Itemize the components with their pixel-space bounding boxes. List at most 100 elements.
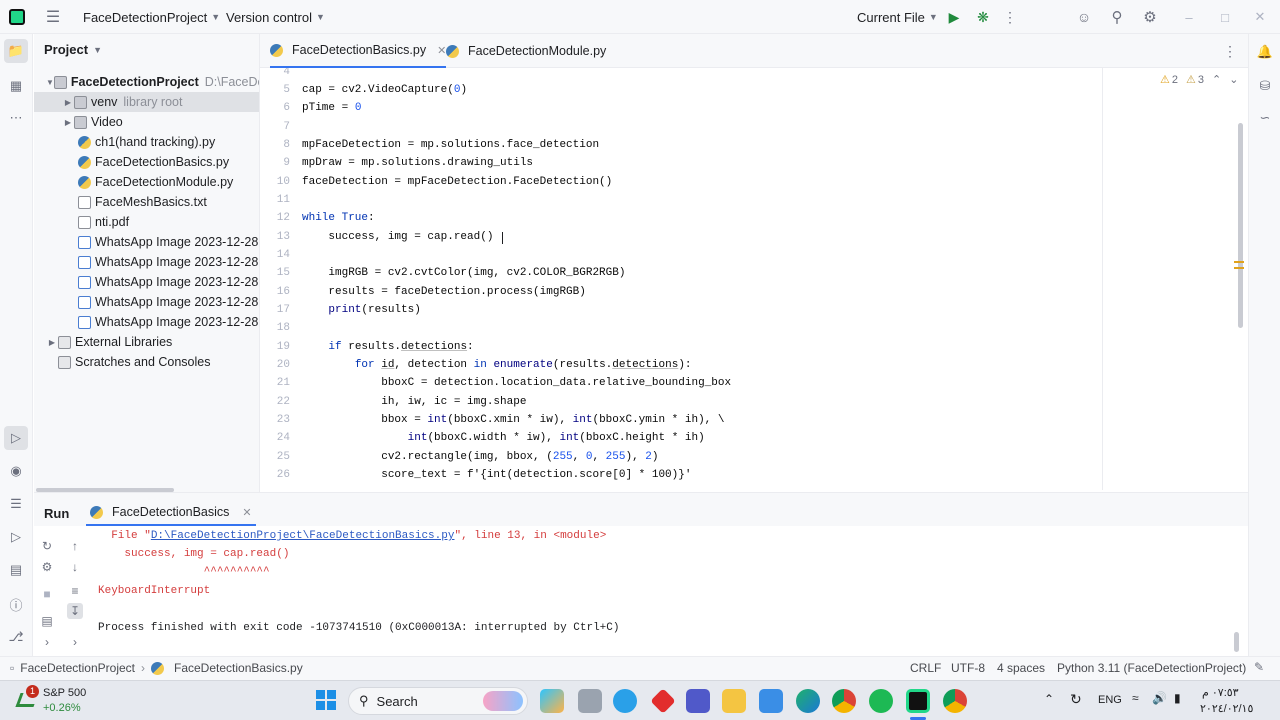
tab-facedetectionmodule[interactable]: FaceDetectionModule.py	[446, 34, 606, 68]
notifications-bell-icon[interactable]: 🔔	[1253, 40, 1277, 64]
layout-icon[interactable]: ▤	[39, 613, 55, 629]
maximize-icon[interactable]: □	[1216, 8, 1234, 26]
run-tool-icon[interactable]: ▷	[4, 426, 28, 450]
traceback-file-link[interactable]: D:\FaceDetectionProject\FaceDetectionBas…	[151, 530, 455, 542]
volume-icon[interactable]: 🔊	[1152, 691, 1167, 705]
rerun-icon[interactable]: ↻	[39, 538, 55, 554]
clock-date[interactable]: ٢٠٢٤/٠٢/١٥	[1200, 702, 1253, 715]
warning-stripe-mark[interactable]	[1234, 267, 1244, 269]
close-tab-icon[interactable]: ✕	[242, 506, 251, 519]
tab-facedetectionbasics[interactable]: FaceDetectionBasics.py ✕	[270, 34, 447, 68]
tree-item-file[interactable]: FaceDetectionModule.py	[34, 172, 259, 192]
start-windows-icon[interactable]	[316, 690, 336, 710]
database-icon[interactable]: ⛁	[1253, 74, 1277, 98]
run-tab[interactable]: FaceDetectionBasics ✕	[86, 500, 256, 526]
structure-tool-icon[interactable]: ▦	[4, 74, 28, 98]
file-explorer-icon[interactable]	[722, 689, 746, 713]
tree-root[interactable]: ▼ FaceDetectionProject D:\FaceDe	[34, 72, 259, 92]
tree-item-file[interactable]: nti.pdf	[34, 212, 259, 232]
indent-widget[interactable]: 4 spaces	[997, 661, 1045, 675]
expand-more-icon[interactable]: ›	[39, 634, 55, 650]
services-icon[interactable]: ▷	[4, 525, 28, 549]
scroll-up-icon[interactable]: ↑	[67, 538, 83, 554]
git-icon[interactable]: ⎇	[4, 625, 28, 649]
run-settings-icon[interactable]: ⚙	[39, 559, 55, 575]
lock-icon[interactable]: ✎	[1254, 660, 1264, 674]
tree-item-file[interactable]: WhatsApp Image 2023-12-28 at	[34, 232, 259, 252]
more-actions-icon[interactable]: ⋮	[1003, 9, 1017, 25]
chevron-down-icon[interactable]: ⌄	[1229, 73, 1238, 86]
run-panel-divider[interactable]	[34, 492, 1248, 500]
chrome-profile-icon[interactable]	[943, 689, 967, 713]
weather-widget-icon[interactable]	[613, 689, 637, 713]
minimize-icon[interactable]: –	[1180, 8, 1198, 26]
battery-icon[interactable]: ▮	[1174, 691, 1181, 705]
tree-item-file[interactable]: WhatsApp Image 2023-12-28 at	[34, 292, 259, 312]
tree-item-file[interactable]: WhatsApp Image 2023-12-28 at	[34, 252, 259, 272]
main-menu-icon[interactable]: ☰	[44, 8, 62, 26]
console-scrollbar[interactable]	[1234, 632, 1239, 652]
chevron-up-icon[interactable]: ⌃	[1212, 73, 1221, 86]
debug-icon[interactable]: ❋	[975, 9, 991, 25]
project-switcher[interactable]: FaceDetectionProject ▼	[83, 0, 220, 34]
python-console-icon[interactable]: ◉	[4, 459, 28, 483]
taskbar-search[interactable]: ⚲ Search	[348, 687, 528, 715]
close-tab-icon[interactable]: ✕	[437, 44, 446, 57]
encoding-widget[interactable]: UTF-8	[951, 661, 985, 675]
terminal-icon[interactable]: ▤	[4, 558, 28, 582]
project-tool-icon[interactable]: 📁	[4, 39, 28, 63]
run-icon[interactable]: ▶	[946, 9, 962, 25]
run-console[interactable]: ↻ ↑ ⚙ ↓ ■ ≡ ↧ ▤ › › File "D:\FaceDetecti…	[34, 526, 1248, 654]
add-user-icon[interactable]: ☺	[1075, 8, 1093, 26]
inspection-widget[interactable]: ⚠ 2 ⚠ 3 ⌃ ⌄	[1160, 73, 1238, 87]
scroll-to-end-icon[interactable]: ↧	[67, 603, 83, 619]
vcs-widget[interactable]: Version control ▼	[226, 0, 325, 34]
breadcrumb-file[interactable]: FaceDetectionBasics.py	[174, 661, 303, 675]
chevron-up-icon[interactable]: ⌃	[1044, 692, 1054, 706]
vertical-scrollbar[interactable]	[1238, 123, 1243, 328]
chrome-icon[interactable]	[832, 689, 856, 713]
pycharm-taskbar-icon[interactable]	[906, 689, 930, 713]
project-panel-header[interactable]: Project ▼	[44, 42, 102, 57]
microsoft-store-icon[interactable]	[759, 689, 783, 713]
tree-item-file[interactable]: FaceDetectionBasics.py	[34, 152, 259, 172]
sciview-icon[interactable]: ∽	[1253, 106, 1277, 130]
tree-item-file[interactable]: WhatsApp Image 2023-12-28 at	[34, 312, 259, 332]
tree-item-external-libraries[interactable]: ▶ External Libraries	[34, 332, 259, 352]
tab-options-icon[interactable]: ⋮	[1223, 43, 1237, 59]
more-tools-icon[interactable]: ⋯	[4, 106, 28, 130]
tree-item-scratches[interactable]: Scratches and Consoles	[34, 352, 259, 372]
tree-item-file[interactable]: WhatsApp Image 2023-12-28 at	[34, 272, 259, 292]
clock-time[interactable]: ٠٧:٥٣ م	[1202, 686, 1239, 699]
warning-stripe-mark[interactable]	[1234, 261, 1244, 263]
tree-item-video[interactable]: ▶ Video	[34, 112, 259, 132]
wifi-icon[interactable]: ≈	[1132, 691, 1139, 705]
line-separator-widget[interactable]: CRLF	[910, 661, 941, 675]
spotify-icon[interactable]	[869, 689, 893, 713]
problems-icon[interactable]: ⓘ	[4, 592, 28, 616]
stop-icon[interactable]: ■	[39, 586, 55, 602]
edge-icon[interactable]	[796, 689, 820, 713]
pycharm-logo-icon[interactable]	[9, 9, 25, 25]
input-language[interactable]: ENG	[1098, 694, 1122, 706]
settings-gear-icon[interactable]: ⚙	[1141, 8, 1159, 26]
interpreter-widget[interactable]: Python 3.11 (FaceDetectionProject)	[1057, 661, 1246, 675]
expand-more-icon[interactable]: ›	[67, 634, 83, 650]
code-editor[interactable]: ⚠ 2 ⚠ 3 ⌃ ⌄ 4 5 6 7 8 9 10 11 12 13 14 1…	[260, 68, 1248, 490]
close-icon[interactable]: ✕	[1251, 8, 1269, 26]
teams-icon[interactable]	[686, 689, 710, 713]
soft-wrap-icon[interactable]: ≡	[67, 583, 83, 599]
tree-item-file[interactable]: ch1(hand tracking).py	[34, 132, 259, 152]
stock-widget[interactable]: 1 S&P 500 +0.26%	[15, 685, 88, 717]
run-config-selector[interactable]: Current File ▼	[857, 0, 938, 34]
search-icon[interactable]: ⚲	[1108, 8, 1126, 26]
tree-item-file[interactable]: FaceMeshBasics.txt	[34, 192, 259, 212]
sync-icon[interactable]: ↻	[1070, 691, 1082, 708]
app-red-diamond-icon[interactable]	[650, 688, 676, 714]
python-packages-icon[interactable]: ☰	[4, 492, 28, 516]
scroll-down-icon[interactable]: ↓	[67, 559, 83, 575]
copilot-icon[interactable]	[540, 689, 564, 713]
breadcrumb-project[interactable]: FaceDetectionProject	[20, 661, 135, 675]
task-view-icon[interactable]	[578, 689, 602, 713]
tree-item-venv[interactable]: ▶ venv library root	[34, 92, 259, 112]
